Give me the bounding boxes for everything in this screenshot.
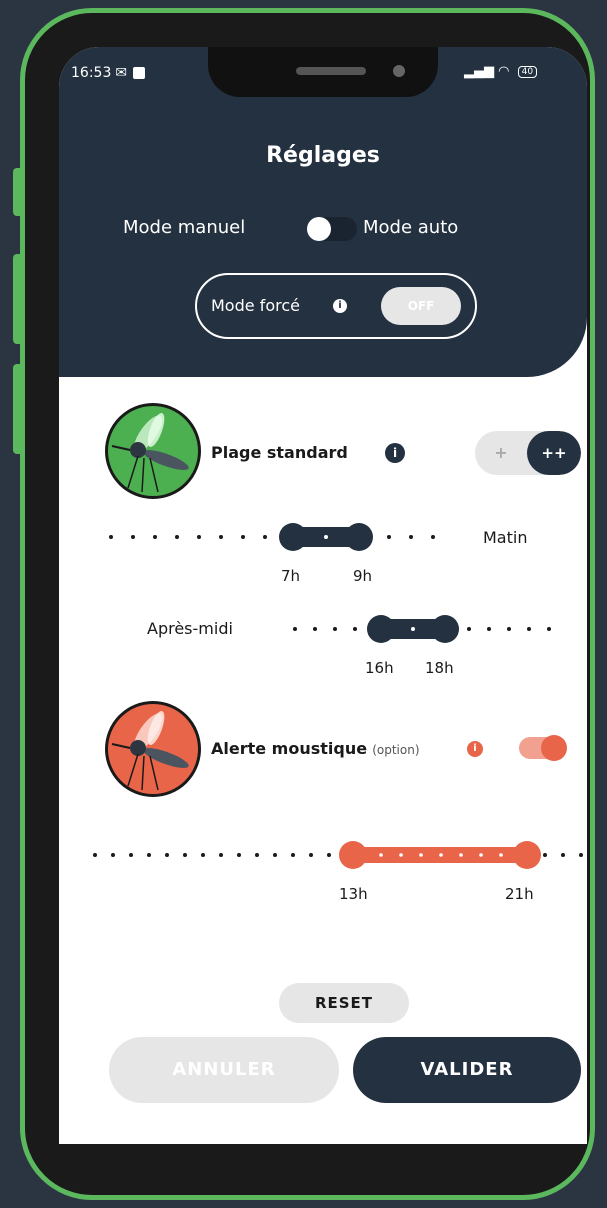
mosquito-green-icon <box>105 403 201 499</box>
morning-start-tick: 7h <box>281 567 301 585</box>
camera-notch <box>208 47 438 97</box>
morning-label: Matin <box>483 528 528 547</box>
signal-icon: ▂▄▆ <box>464 64 494 79</box>
toggle-knob <box>541 735 567 761</box>
alert-start-handle <box>339 841 367 869</box>
status-bar-right: ▂▄▆ ◠ 40 <box>464 64 538 79</box>
info-icon[interactable]: i <box>467 741 483 757</box>
morning-slider-dots <box>109 535 435 539</box>
status-time: 16:53 <box>71 65 112 81</box>
alert-toggle[interactable] <box>519 735 567 761</box>
afternoon-range-bar <box>371 619 451 639</box>
afternoon-start-tick: 16h <box>365 659 394 677</box>
alert-end-handle <box>513 841 541 869</box>
afternoon-label: Après-midi <box>147 619 233 638</box>
afternoon-start-handle <box>367 615 395 643</box>
page-title: Réglages <box>266 143 380 168</box>
force-off-toggle[interactable]: OFF <box>381 287 461 325</box>
mail-icon: ✉ <box>115 65 128 81</box>
alert-slider-dots <box>93 853 583 857</box>
intensity-plusplus-button[interactable]: ++ <box>527 431 581 475</box>
validate-button[interactable]: VALIDER <box>353 1037 581 1103</box>
toggle-knob <box>307 217 331 241</box>
speaker-grille <box>296 67 366 75</box>
morning-start-handle <box>279 523 307 551</box>
morning-range-bar <box>285 527 365 547</box>
mode-force-label: Mode forcé <box>211 296 300 315</box>
afternoon-end-tick: 18h <box>425 659 454 677</box>
alert-range-bar <box>353 847 527 863</box>
afternoon-end-handle <box>431 615 459 643</box>
plage-standard-label: Plage standard <box>211 443 348 462</box>
alert-option: (option) <box>372 743 420 757</box>
morning-end-tick: 9h <box>353 567 373 585</box>
mode-toggle[interactable] <box>307 217 357 241</box>
reset-button[interactable]: RESET <box>279 983 409 1023</box>
mosquito-orange-icon <box>105 701 201 797</box>
afternoon-slider-dots <box>293 627 551 631</box>
mode-manual-label: Mode manuel <box>123 217 246 238</box>
battery-icon: 40 <box>517 65 538 78</box>
intensity-selector[interactable]: + ++ <box>475 431 581 475</box>
cancel-button[interactable]: ANNULER <box>109 1037 339 1103</box>
mode-auto-label: Mode auto <box>363 217 459 238</box>
phone-frame: 16:53 ✉ ▂▄▆ ◠ 40 Réglages Mode manuel Mod… <box>20 8 595 1200</box>
app-screen: 16:53 ✉ ▂▄▆ ◠ 40 Réglages Mode manuel Mod… <box>59 47 587 1144</box>
front-camera <box>393 65 405 77</box>
alert-end-tick: 21h <box>505 885 534 903</box>
morning-end-handle <box>345 523 373 551</box>
status-bar-left: 16:53 ✉ <box>71 65 146 81</box>
notification-icon <box>133 67 146 79</box>
wifi-icon: ◠ <box>498 64 510 79</box>
alert-title: Alerte moustique <box>211 739 368 758</box>
alert-label: Alerte moustique (option) <box>211 739 420 758</box>
mode-force-container: Mode forcé i OFF <box>195 273 477 339</box>
info-icon[interactable]: i <box>385 443 405 463</box>
info-icon[interactable]: i <box>333 299 347 313</box>
alert-start-tick: 13h <box>339 885 368 903</box>
intensity-plus-button[interactable]: + <box>475 431 527 475</box>
